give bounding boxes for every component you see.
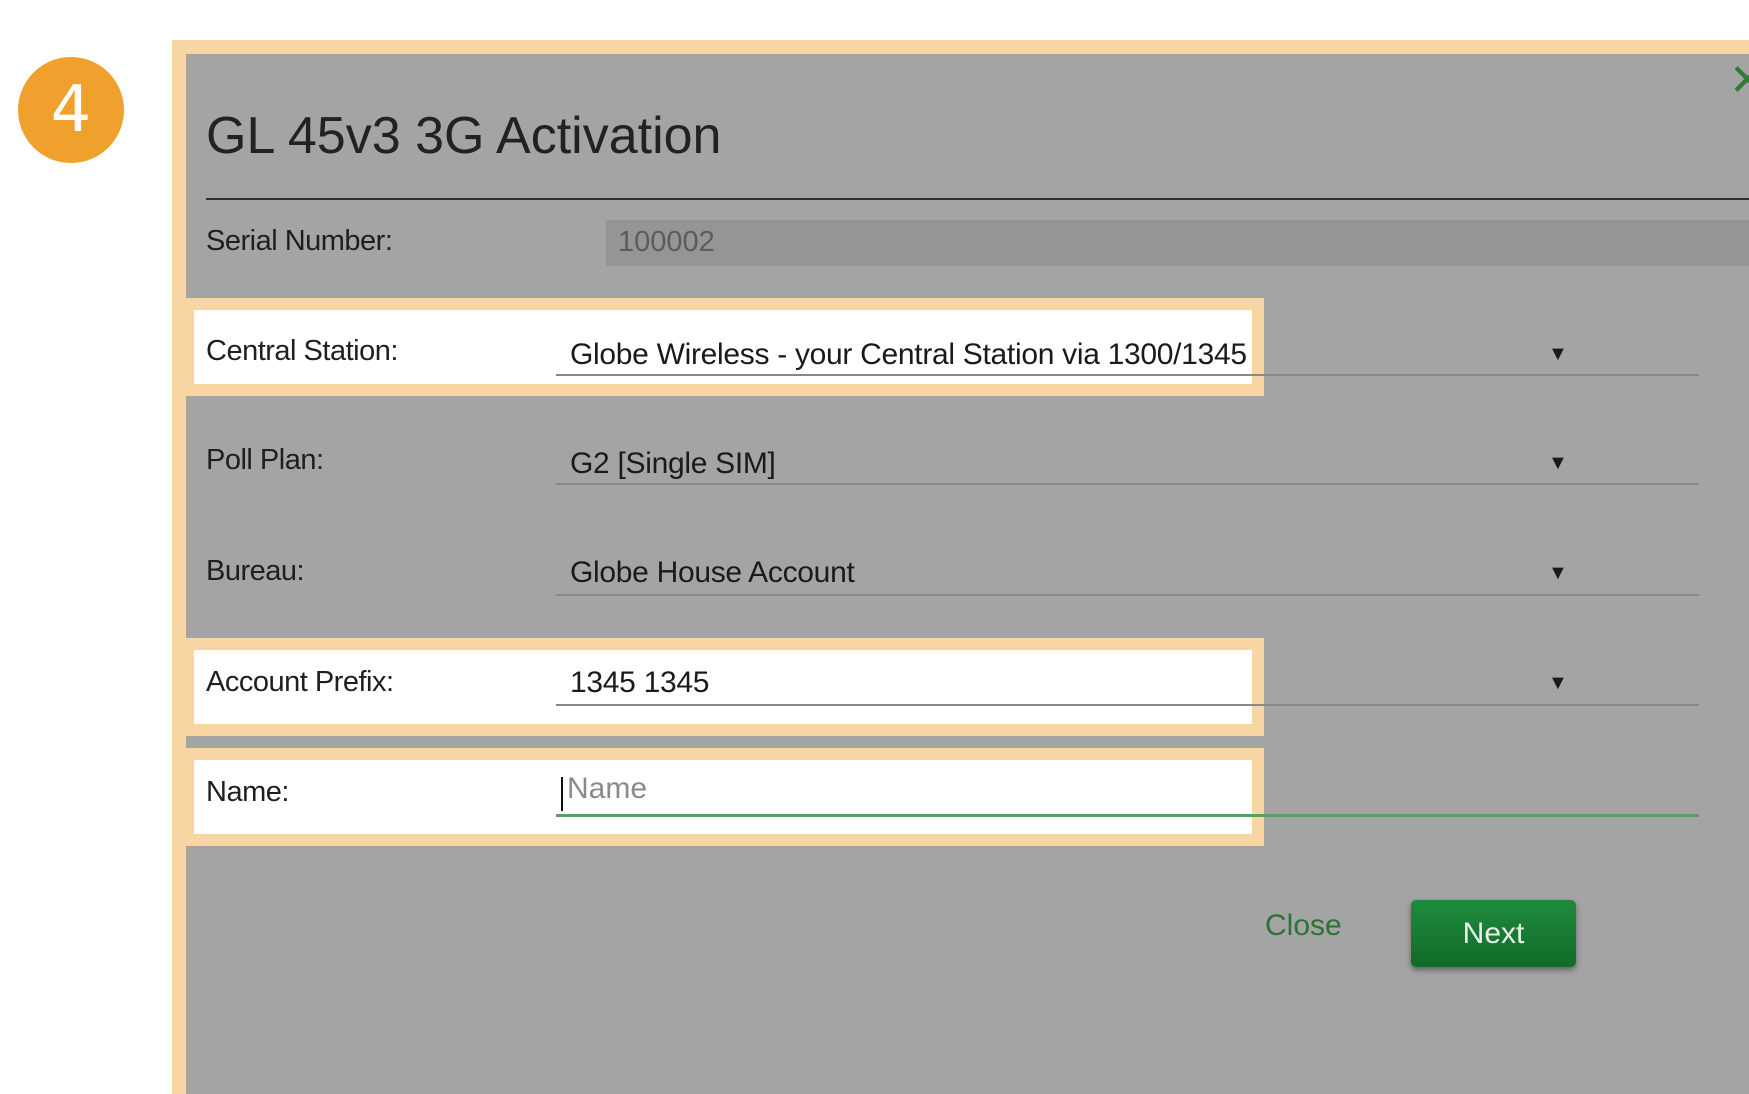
chevron-down-icon[interactable]: ▼ (1548, 563, 1568, 583)
name-input[interactable] (567, 767, 1127, 811)
serial-number-field: 100002 (606, 220, 1749, 266)
central-station-label: Central Station: (206, 335, 398, 367)
name-label: Name: (206, 776, 289, 808)
poll-plan-underline (556, 483, 1699, 485)
close-button[interactable]: Close (1265, 909, 1342, 943)
text-cursor (561, 777, 563, 811)
bureau-label: Bureau: (206, 555, 305, 587)
title-divider (206, 198, 1749, 200)
name-underline (556, 814, 1699, 817)
chevron-down-icon[interactable]: ▼ (1548, 453, 1568, 473)
central-station-select[interactable]: Globe Wireless - your Central Station vi… (570, 338, 1247, 372)
close-icon[interactable]: ✕ (1729, 59, 1749, 103)
bureau-select[interactable]: Globe House Account (570, 556, 855, 590)
poll-plan-select[interactable]: G2 [Single SIM] (570, 447, 776, 481)
chevron-down-icon[interactable]: ▼ (1548, 673, 1568, 693)
central-station-underline (556, 374, 1699, 376)
bureau-underline (556, 594, 1699, 596)
chevron-down-icon[interactable]: ▼ (1548, 344, 1568, 364)
next-button[interactable]: Next (1411, 900, 1576, 967)
activation-dialog: ✕ GL 45v3 3G Activation Serial Number: 1… (172, 40, 1749, 1094)
account-prefix-select[interactable]: 1345 1345 (570, 666, 709, 700)
serial-number-value: 100002 (618, 226, 715, 258)
account-prefix-label: Account Prefix: (206, 666, 394, 698)
dialog-title: GL 45v3 3G Activation (206, 107, 722, 165)
poll-plan-label: Poll Plan: (206, 444, 324, 476)
step-number-badge: 4 (18, 57, 124, 163)
account-prefix-underline (556, 704, 1699, 706)
serial-number-label: Serial Number: (206, 225, 393, 257)
